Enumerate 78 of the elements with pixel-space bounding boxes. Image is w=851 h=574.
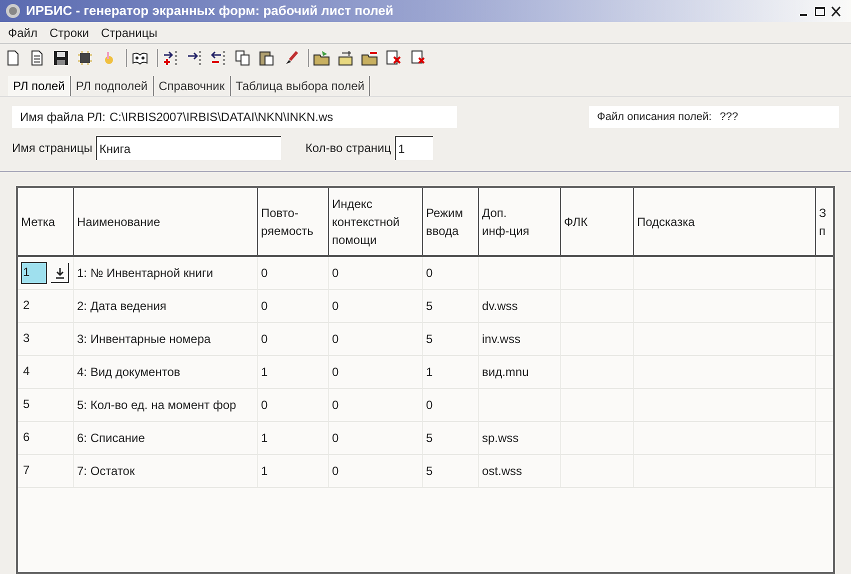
- table-cell-text: 5: Кол-во ед. на момент фор: [77, 397, 236, 414]
- folder-add-icon[interactable]: [337, 49, 355, 67]
- close-icon[interactable]: [829, 4, 843, 18]
- table-cell-text: 6: Списание: [77, 430, 145, 447]
- table-cell-text: 4: Вид документов: [77, 364, 180, 381]
- maximize-icon[interactable]: [813, 4, 827, 18]
- app-icon: [4, 3, 22, 19]
- folder-remove-icon[interactable]: [361, 49, 379, 67]
- table-cell-text: 0: [426, 265, 433, 282]
- table-cell-text: 7: Остаток: [77, 463, 135, 480]
- window-title: ИРБИС - генератор экранных форм: рабочий лист полей: [26, 2, 394, 20]
- table-cell[interactable]: 3: [21, 328, 47, 350]
- table-cell-text: вид.mnu: [482, 364, 529, 381]
- table-cell-text: 1: [261, 463, 268, 480]
- column-header: Индекс контекстной помощи: [329, 188, 423, 255]
- table-cell-text: 1: № Инвентарной книги: [77, 265, 214, 282]
- table-cell-text: 0: [261, 331, 268, 348]
- table-cell-text: ost.wss: [482, 463, 522, 480]
- field-label: Кол-во страниц: [305, 140, 392, 157]
- table-cell-text: 1: [426, 364, 433, 381]
- column-header: З п: [818, 204, 828, 240]
- table-cell[interactable]: 6: [21, 427, 47, 449]
- copy-icon[interactable]: [234, 49, 252, 67]
- table-cell-text: 5: [426, 298, 433, 315]
- page-delete-icon[interactable]: [385, 49, 403, 67]
- chip-icon[interactable]: [76, 49, 94, 67]
- table-cell-text: 2: Дата ведения: [77, 298, 166, 315]
- table-cell-text: 1: [261, 430, 268, 447]
- table-cell-text: 5: [426, 430, 433, 447]
- column-header: Повто- ряемость: [258, 188, 329, 255]
- file-path: C:\IRBIS2007\IRBIS\DATAI\NKN\INKN.ws: [110, 109, 334, 126]
- tab[interactable]: Справочник: [154, 76, 231, 96]
- table-cell-text: 5: [426, 331, 433, 348]
- down-arrow-icon: [54, 266, 64, 278]
- table-cell-text: 0: [332, 463, 339, 480]
- table-cell-text: 0: [426, 397, 433, 414]
- tab[interactable]: РЛ подполей: [70, 76, 154, 96]
- menu-item[interactable]: Файл: [8, 24, 38, 42]
- column-header: Режим ввода: [423, 188, 479, 255]
- table-cell-text: 0: [332, 430, 339, 447]
- table-cell[interactable]: 2: [21, 295, 47, 317]
- table-cell[interactable]: 4: [21, 361, 47, 383]
- tab[interactable]: Таблица выбора полей: [230, 76, 370, 96]
- paste-icon[interactable]: [258, 49, 276, 67]
- table-cell[interactable]: 5: [21, 394, 47, 416]
- table-cell-text: 0: [332, 298, 339, 315]
- page-count-field[interactable]: 1: [395, 136, 434, 160]
- field-label: Имя страницы: [12, 140, 92, 157]
- menu-item[interactable]: Страницы: [100, 24, 158, 42]
- table-cell-text: 0: [332, 397, 339, 414]
- table-cell-text: 0: [261, 298, 268, 315]
- field-label: Файл описания полей:: [597, 110, 712, 125]
- column-header: Подсказка: [634, 188, 816, 255]
- page-name-field[interactable]: Книга: [96, 136, 282, 160]
- field-label: Имя файла РЛ:: [20, 109, 106, 126]
- column-header: Метка: [18, 188, 74, 255]
- table-cell-text: 0: [261, 265, 268, 282]
- tab[interactable]: РЛ полей: [8, 76, 71, 96]
- table-cell[interactable]: 7: [21, 460, 47, 482]
- column-header: Наименование: [74, 188, 258, 255]
- folder-icon[interactable]: [313, 49, 331, 67]
- dropdown-button[interactable]: [51, 263, 69, 283]
- menu-item[interactable]: Строки: [50, 24, 89, 42]
- table-cell-text: dv.wss: [482, 298, 518, 315]
- table-cell-text: 0: [332, 364, 339, 381]
- column-header: Доп. инф-ция: [479, 188, 561, 255]
- save-icon[interactable]: [52, 49, 70, 67]
- table-cell-text: 0: [332, 265, 339, 282]
- table-cell-text: 0: [261, 397, 268, 414]
- table-cell-text: 3: Инвентарные номера: [77, 331, 211, 348]
- table-cell-text: 0: [332, 331, 339, 348]
- table-cell-text: 1: [261, 364, 268, 381]
- column-header: ФЛК: [561, 188, 634, 255]
- field-value: ???: [720, 110, 738, 125]
- table-cell[interactable]: 1: [21, 262, 47, 284]
- table-cell-text: sp.wss: [482, 430, 519, 447]
- table-cell-text: 5: [426, 463, 433, 480]
- table-cell-text: inv.wss: [482, 331, 520, 348]
